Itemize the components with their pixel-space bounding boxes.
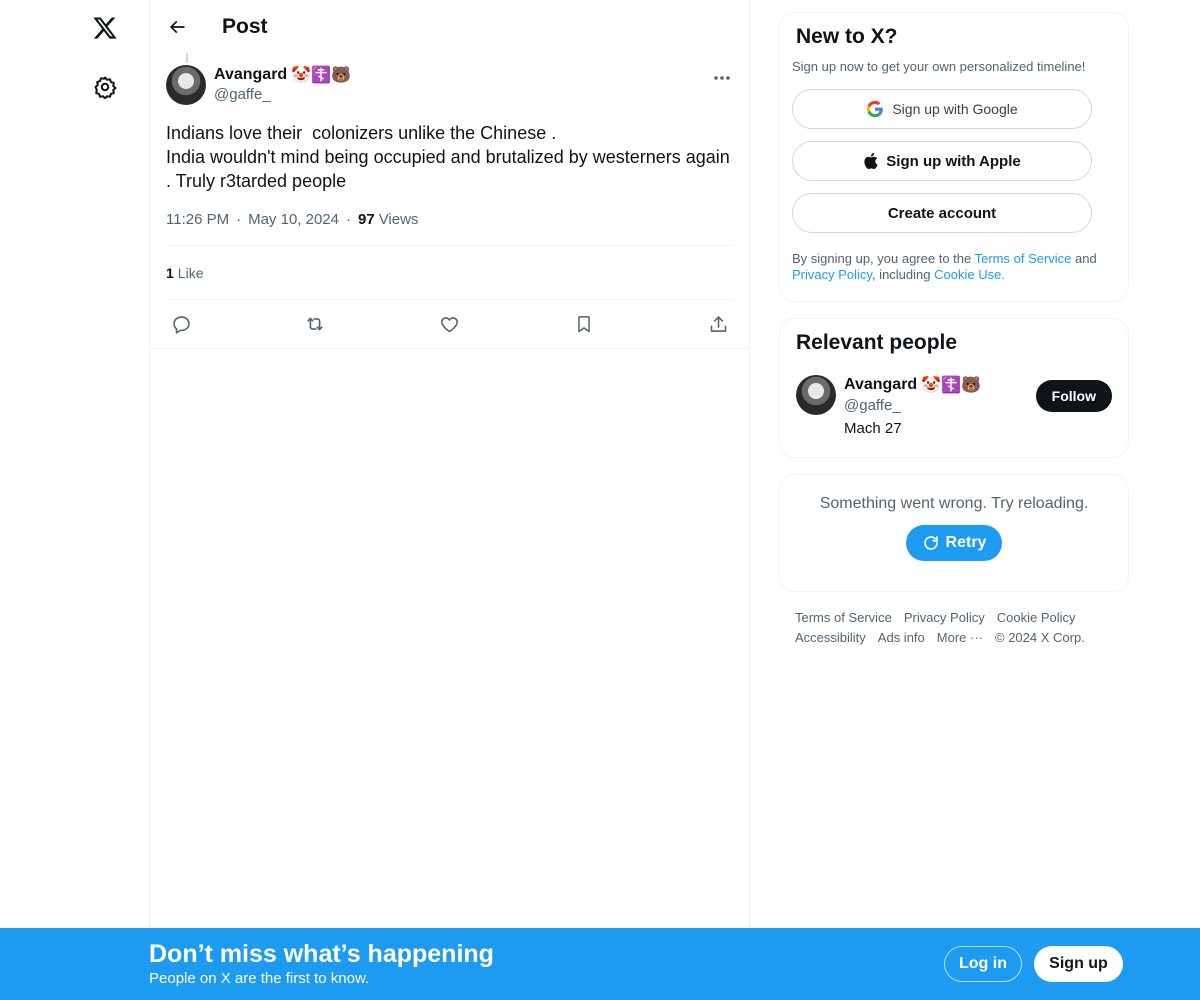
google-signup-button[interactable]: Sign up with Google (792, 89, 1092, 129)
login-button[interactable]: Log in (944, 946, 1022, 982)
legal-including: , including (871, 267, 935, 282)
signup-card-title: New to X? (796, 25, 898, 48)
follow-button[interactable]: Follow (1035, 380, 1112, 412)
heart-icon[interactable] (439, 313, 461, 335)
post-actions (166, 300, 733, 348)
repost-icon[interactable] (304, 313, 326, 335)
legal-and: and (1071, 251, 1097, 266)
arrow-left-icon[interactable] (166, 16, 188, 38)
google-signup-label: Sign up with Google (892, 101, 1018, 117)
views-label: Views (378, 210, 419, 228)
terms-link[interactable]: Terms of Service (975, 251, 1072, 266)
person-meta: Avangard 🤡☦️🐻 @gaffe_ Mach 27 (844, 375, 981, 437)
retry-button[interactable]: Retry (905, 525, 1003, 561)
views-count: 97 (358, 210, 375, 228)
person-emojis: 🤡☦️🐻 (921, 377, 981, 394)
top-bar: Post (150, 0, 749, 53)
legal-prefix: By signing up, you agree to the (792, 251, 975, 266)
retry-label: Retry (945, 534, 987, 551)
divider (150, 348, 749, 349)
footer-terms-link[interactable]: Terms of Service (795, 610, 892, 625)
person-row[interactable]: Avangard 🤡☦️🐻 @gaffe_ Mach 27 Follow (796, 375, 1112, 437)
person-name-text[interactable]: Avangard (844, 376, 917, 394)
separator-dot: · (346, 210, 351, 228)
main-column: Post Avangard 🤡☦️🐻 @gaffe_ Indians love … (149, 0, 750, 1000)
footer-cookie-link[interactable]: Cookie Policy (997, 610, 1076, 625)
author-handle[interactable]: @gaffe_ (214, 86, 351, 103)
create-account-label: Create account (887, 204, 997, 222)
x-logo-icon[interactable] (90, 13, 120, 43)
person-bio: Mach 27 (844, 420, 902, 437)
signup-legal-text: By signing up, you agree to the Terms of… (792, 251, 1116, 283)
likes-label: Like (177, 264, 204, 281)
google-icon (866, 100, 884, 118)
footer-accessibility-link[interactable]: Accessibility (795, 630, 866, 645)
banner-title: Don’t miss what’s happening (149, 940, 494, 968)
post-author: Avangard 🤡☦️🐻 @gaffe_ (166, 65, 733, 105)
author-name-text[interactable]: Avangard (214, 66, 287, 84)
more-icon[interactable] (711, 69, 733, 87)
likes-count: 1 (166, 264, 174, 281)
avatar[interactable] (166, 65, 206, 105)
gear-icon[interactable] (91, 73, 119, 101)
bookmark-icon[interactable] (573, 313, 595, 335)
share-icon[interactable] (707, 313, 729, 335)
page-title: Post (222, 14, 268, 38)
right-sidebar: New to X? Sign up now to get your own pe… (779, 0, 1129, 648)
reply-icon[interactable] (170, 313, 192, 335)
apple-icon (863, 152, 878, 170)
footer-links: Terms of Service Privacy Policy Cookie Pol… (779, 608, 1099, 648)
post: Avangard 🤡☦️🐻 @gaffe_ Indians love their… (150, 53, 749, 349)
signup-button[interactable]: Sign up (1034, 946, 1123, 982)
signup-banner: Don’t miss what’s happening People on X … (0, 928, 1200, 1000)
apple-signup-button[interactable]: Sign up with Apple (792, 141, 1092, 181)
signup-card: New to X? Sign up now to get your own pe… (779, 12, 1129, 302)
refresh-icon (922, 534, 940, 552)
avatar[interactable] (796, 375, 836, 415)
cookie-link[interactable]: Cookie Use. (934, 267, 1005, 282)
banner-text: Don’t miss what’s happening People on X … (149, 940, 494, 987)
relevant-people-card: Relevant people Avangard 🤡☦️🐻 @gaffe_ Ma… (779, 318, 1129, 458)
footer-privacy-link[interactable]: Privacy Policy (904, 610, 985, 625)
banner-subtitle: People on X are the first to know. (149, 970, 370, 987)
create-account-button[interactable]: Create account (792, 193, 1092, 233)
person-handle[interactable]: @gaffe_ (844, 397, 981, 414)
author-name[interactable]: Avangard 🤡☦️🐻 (214, 65, 351, 85)
apple-signup-label: Sign up with Apple (886, 152, 1021, 170)
post-time[interactable]: 11:26 PM (166, 211, 229, 228)
signup-card-subtitle: Sign up now to get your own personalized… (792, 59, 1086, 74)
relevant-people-title: Relevant people (796, 331, 958, 354)
footer-copyright: © 2024 X Corp. (995, 630, 1085, 645)
privacy-link[interactable]: Privacy Policy (792, 267, 872, 282)
left-nav (0, 0, 150, 1000)
author-meta: Avangard 🤡☦️🐻 @gaffe_ (214, 65, 351, 103)
error-message: Something went wrong. Try reloading. (819, 495, 1089, 512)
person-name[interactable]: Avangard 🤡☦️🐻 (844, 375, 981, 395)
footer-more-link[interactable]: More ··· (937, 630, 983, 645)
separator-dot: · (236, 210, 242, 228)
post-stats[interactable]: 1 Like (166, 246, 733, 299)
post-meta: 11:26 PM · May 10, 2024 · 97 Views (166, 209, 733, 229)
post-text: Indians love their colonizers unlike the… (166, 123, 730, 191)
error-card: Something went wrong. Try reloading. Ret… (779, 474, 1129, 592)
footer-ads-link[interactable]: Ads info (878, 630, 925, 645)
thread-connector (186, 53, 188, 63)
author-emojis: 🤡☦️🐻 (291, 67, 351, 84)
post-date[interactable]: May 10, 2024 (248, 211, 339, 228)
